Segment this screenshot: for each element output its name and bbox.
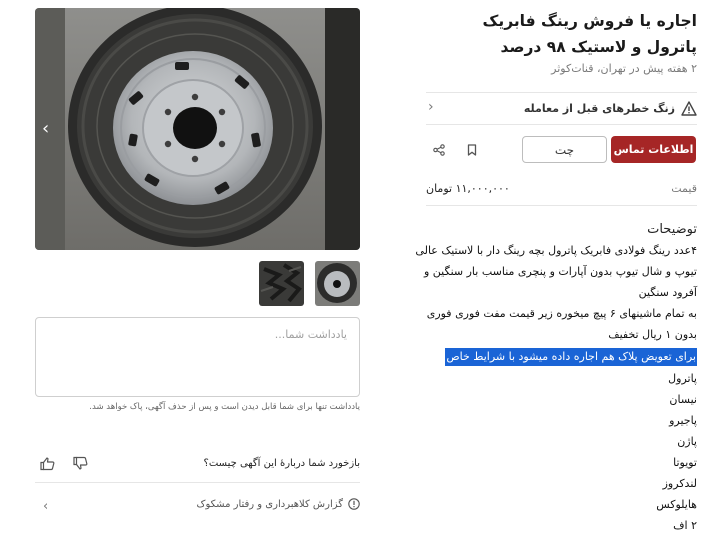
notes-hint: یادداشت تنها برای شما قابل دیدن است و پس… [89, 402, 360, 412]
info-icon [348, 498, 360, 510]
divider [35, 482, 360, 483]
description-line: پاجیرو [669, 414, 697, 427]
price-label: قیمت [671, 182, 697, 195]
chevron-left-icon: ‹ [428, 99, 434, 115]
thumbs-up-icon[interactable] [40, 456, 55, 475]
divider [426, 205, 697, 206]
bookmark-icon[interactable] [463, 141, 481, 159]
description-line: ۴عدد رینگ فولادی فابریک پاترول بچه رینگ … [415, 244, 697, 257]
description-line: پاترول [668, 372, 697, 385]
thumbnail-tread[interactable] [259, 261, 304, 306]
report-fraud-row[interactable]: گزارش کلاهبرداری و رفتار مشکوک [197, 498, 360, 510]
chevron-left-icon[interactable]: ‹ [42, 118, 49, 139]
scam-warning-label: زنگ خطرهای قبل از معامله [523, 101, 675, 115]
feedback-question: بازخورد شما دربارهٔ این آگهی چیست؟ [203, 458, 360, 469]
divider [426, 92, 697, 93]
notes-box[interactable] [35, 317, 360, 397]
report-fraud-label: گزارش کلاهبرداری و رفتار مشکوک [196, 498, 343, 510]
contact-info-button[interactable]: اطلاعات تماس [611, 136, 696, 163]
description-line: تویوتا [673, 456, 697, 469]
ad-posted-info: ۲ هفته پیش در تهران، قنات‌کوثر [551, 62, 697, 75]
thumbs-down-icon[interactable] [73, 455, 88, 474]
price-value: ۱۱,۰۰۰,۰۰۰ تومان [426, 182, 510, 195]
description-line: پاژن [677, 435, 697, 448]
description-line: نیسان [669, 393, 697, 406]
description-line: آفرود سنگین [638, 286, 697, 299]
warning-icon [681, 100, 697, 116]
description-line: تیوپ و شال تیوپ بدون آپارات و پنچری مناس… [424, 265, 697, 278]
description-title: توضیحات [647, 222, 697, 237]
main-photo-tire[interactable]: ‹ [35, 8, 360, 250]
description-line: لندکروز [662, 477, 697, 490]
description-line: ۲ اف [673, 519, 697, 532]
chat-button[interactable]: چت [522, 136, 607, 163]
description-line-selected: برای تعویض پلاک هم اجاره داده میشود با ش… [445, 348, 697, 366]
ad-title: اجاره یا فروش رینگ فابریک پاترول و لاستی… [482, 12, 697, 56]
divider [426, 124, 697, 125]
description-line: بدون ۱ ریال تخفیف [608, 328, 697, 341]
description-line: هایلوکس [656, 498, 697, 511]
description-body: ۴عدد رینگ فولادی فابریک پاترول بچه رینگ … [415, 240, 697, 536]
chevron-left-icon: ‹ [43, 499, 49, 514]
notes-textarea[interactable] [36, 318, 359, 396]
thumbnail-rim[interactable] [315, 261, 360, 306]
description-line: به تمام ماشینهای ۶ پیچ میخوره زیر قیمت م… [426, 307, 697, 320]
scam-warning-row[interactable]: زنگ خطرهای قبل از معامله ‹ [426, 95, 697, 121]
share-icon[interactable] [430, 141, 448, 159]
